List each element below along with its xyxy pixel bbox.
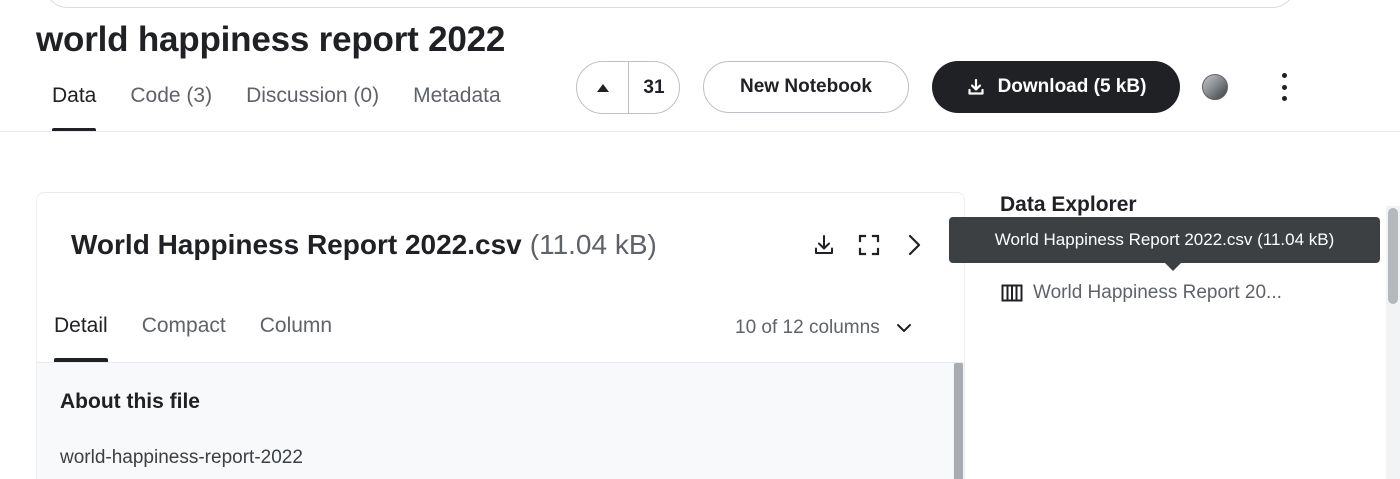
header-divider bbox=[0, 131, 1400, 132]
about-description: world-happiness-report-2022 bbox=[60, 447, 303, 468]
file-size: (11.04 kB) bbox=[529, 229, 657, 260]
fullscreen-button[interactable] bbox=[855, 231, 883, 259]
new-notebook-button[interactable]: New Notebook bbox=[703, 61, 909, 113]
file-tooltip: World Happiness Report 2022.csv (11.04 k… bbox=[949, 217, 1380, 271]
file-view-tabs: Detail Compact Column bbox=[54, 314, 366, 362]
table-columns-icon bbox=[1001, 284, 1023, 302]
chevron-down-icon bbox=[896, 324, 911, 332]
new-notebook-label: New Notebook bbox=[740, 76, 872, 97]
tab-column[interactable]: Column bbox=[260, 314, 332, 362]
file-download-button[interactable] bbox=[810, 231, 838, 259]
tab-detail[interactable]: Detail bbox=[54, 314, 108, 362]
menu-dot bbox=[1281, 96, 1287, 101]
tab-metadata[interactable]: Metadata bbox=[413, 84, 501, 132]
card-scrollbar-thumb[interactable] bbox=[954, 363, 963, 479]
file-title: World Happiness Report 2022.csv (11.04 kB… bbox=[71, 229, 657, 261]
page-title: world happiness report 2022 bbox=[36, 20, 506, 59]
data-explorer-title: Data Explorer bbox=[1000, 193, 1137, 216]
chevron-right-icon bbox=[908, 234, 921, 256]
tab-compact[interactable]: Compact bbox=[142, 314, 226, 362]
columns-selector-label: 10 of 12 columns bbox=[735, 317, 880, 338]
tab-data[interactable]: Data bbox=[52, 84, 97, 132]
explorer-file-label: World Happiness Report 20... bbox=[1033, 282, 1282, 303]
explorer-file-item[interactable]: World Happiness Report 20... bbox=[1001, 282, 1282, 304]
fullscreen-icon bbox=[858, 234, 880, 256]
about-title: About this file bbox=[60, 390, 200, 413]
page-scrollbar-thumb[interactable] bbox=[1388, 208, 1398, 304]
about-panel: About this file world-happiness-report-2… bbox=[37, 363, 953, 479]
search-bar[interactable] bbox=[44, 0, 1296, 8]
columns-selector[interactable]: 10 of 12 columns bbox=[735, 317, 912, 339]
menu-dot bbox=[1281, 84, 1287, 90]
download-label: Download (5 kB) bbox=[997, 76, 1147, 97]
upvote-button[interactable] bbox=[577, 62, 629, 113]
more-vertical-icon[interactable] bbox=[1270, 70, 1298, 104]
file-card: World Happiness Report 2022.csv (11.04 kB… bbox=[36, 192, 965, 479]
upvote-group: 31 bbox=[576, 61, 680, 114]
dataset-tabs: Data Code (3) Discussion (0) Metadata bbox=[52, 84, 535, 132]
next-button[interactable] bbox=[900, 231, 928, 259]
menu-dot bbox=[1281, 73, 1287, 78]
tab-code[interactable]: Code (3) bbox=[130, 84, 212, 132]
triangle-up-icon bbox=[596, 83, 609, 92]
file-name: World Happiness Report 2022.csv bbox=[71, 229, 522, 260]
page-scrollbar[interactable] bbox=[1386, 206, 1400, 479]
upvote-count: 31 bbox=[643, 76, 665, 98]
download-button[interactable]: Download (5 kB) bbox=[932, 61, 1180, 113]
download-icon bbox=[815, 235, 833, 254]
download-icon bbox=[967, 78, 984, 95]
card-scrollbar[interactable] bbox=[953, 363, 964, 479]
avatar[interactable] bbox=[1202, 74, 1228, 100]
tab-discussion[interactable]: Discussion (0) bbox=[246, 84, 379, 132]
